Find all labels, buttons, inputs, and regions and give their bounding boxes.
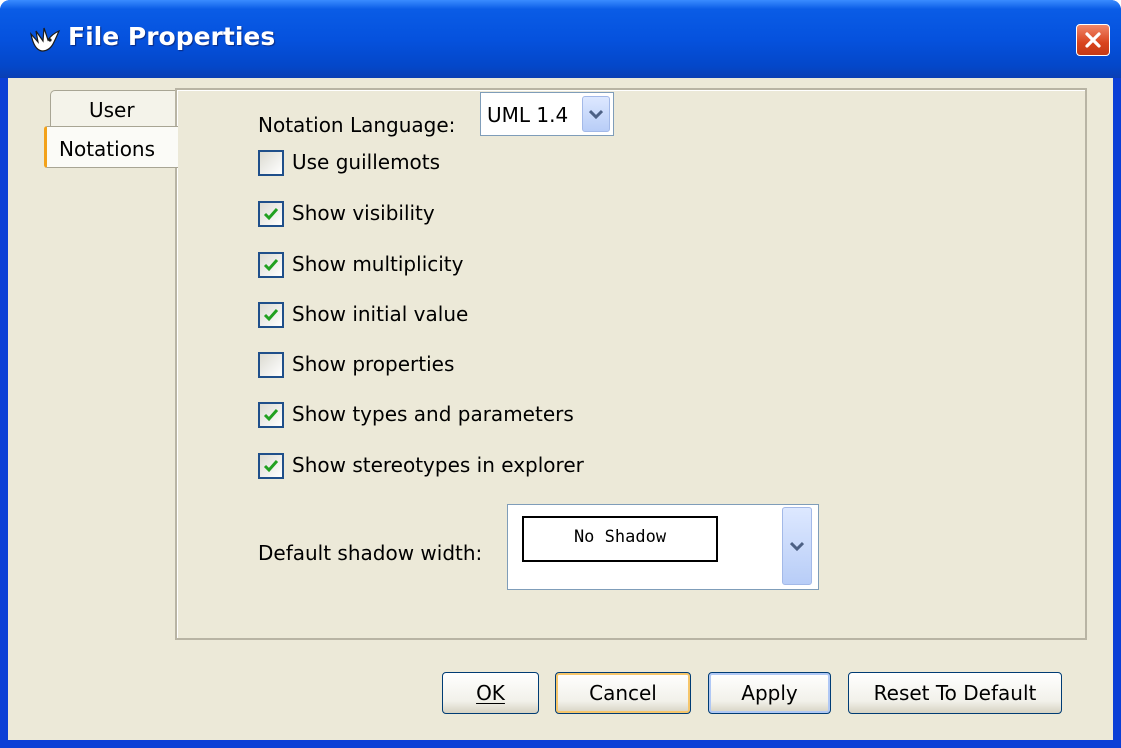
dialog-client-area: User Notation Language: UML 1.4 Use guil… <box>8 78 1113 740</box>
file-properties-window: File Properties User Notation Language: … <box>0 0 1121 748</box>
tab-notations[interactable]: Notations <box>44 126 178 168</box>
notation-language-dropdown-button[interactable] <box>582 96 610 132</box>
cancel-button-label: Cancel <box>589 681 657 705</box>
reset-to-default-button-label: Reset To Default <box>873 681 1037 705</box>
close-icon <box>1085 32 1101 48</box>
notation-language-select[interactable]: UML 1.4 <box>480 92 614 136</box>
show-initial-value-label: Show initial value <box>292 302 469 326</box>
show-types-and-parameters-checkbox[interactable] <box>258 402 284 428</box>
show-properties-label: Show properties <box>292 352 455 376</box>
shadow-value: No Shadow <box>573 527 667 547</box>
chevron-down-icon <box>790 541 804 551</box>
cancel-button[interactable]: Cancel <box>555 672 691 714</box>
ok-button-label: OK <box>476 681 505 705</box>
checkmark-icon <box>263 409 279 422</box>
tab-user[interactable]: User <box>50 90 177 128</box>
notations-panel: Notation Language: UML 1.4 Use guillemot… <box>175 88 1087 640</box>
default-shadow-width-label: Default shadow width: <box>258 541 483 565</box>
shadow-dropdown-button[interactable] <box>782 507 812 585</box>
tab-user-label: User <box>89 98 135 122</box>
app-logo-icon <box>30 27 61 52</box>
tab-notations-label: Notations <box>59 137 156 161</box>
notation-language-label: Notation Language: <box>258 113 456 137</box>
shadow-preview: No Shadow <box>522 516 718 562</box>
show-stereotypes-in-explorer-label: Show stereotypes in explorer <box>292 453 584 477</box>
show-multiplicity-checkbox[interactable] <box>258 252 284 278</box>
apply-button-label: Apply <box>741 681 798 705</box>
checkmark-icon <box>263 309 279 322</box>
checkmark-icon <box>263 259 279 272</box>
chevron-down-icon <box>589 109 603 119</box>
apply-button[interactable]: Apply <box>708 672 831 714</box>
default-shadow-width-select[interactable]: No Shadow <box>507 504 819 590</box>
show-initial-value-checkbox[interactable] <box>258 302 284 328</box>
ok-button[interactable]: OK <box>442 672 539 714</box>
title-bar[interactable]: File Properties <box>0 0 1121 78</box>
show-multiplicity-label: Show multiplicity <box>292 252 464 276</box>
close-button[interactable] <box>1076 24 1110 56</box>
show-stereotypes-in-explorer-checkbox[interactable] <box>258 453 284 479</box>
show-visibility-checkbox[interactable] <box>258 201 284 227</box>
checkmark-icon <box>263 460 279 473</box>
reset-to-default-button[interactable]: Reset To Default <box>848 672 1062 714</box>
show-visibility-label: Show visibility <box>292 201 435 225</box>
notation-language-value: UML 1.4 <box>487 103 569 127</box>
checkmark-icon <box>263 208 279 221</box>
use-guillemots-checkbox[interactable] <box>258 150 284 176</box>
use-guillemots-label: Use guillemots <box>292 150 441 174</box>
show-properties-checkbox[interactable] <box>258 352 284 378</box>
show-types-and-parameters-label: Show types and parameters <box>292 402 574 426</box>
window-title: File Properties <box>68 22 276 51</box>
